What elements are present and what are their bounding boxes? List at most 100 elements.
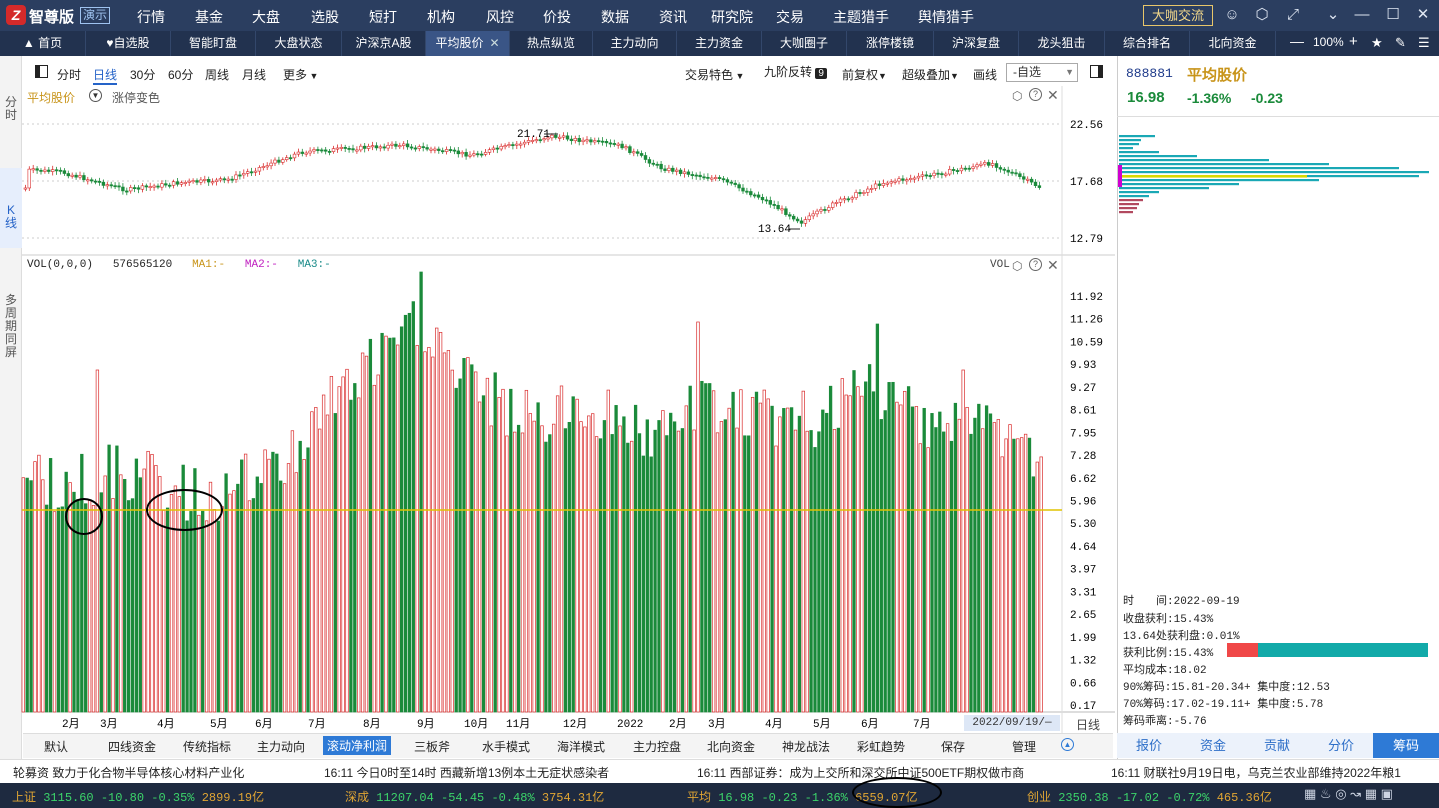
candle (413, 147, 418, 150)
candle (710, 177, 714, 180)
candle (616, 143, 620, 146)
chip-bar (1119, 211, 1133, 214)
index-sh[interactable]: 上证 3115.60 -10.80 -0.35% 2899.19亿 (12, 788, 264, 805)
volume-bar (594, 436, 599, 713)
candle (979, 163, 983, 166)
candle (554, 134, 558, 138)
indicator-tab-three-axe[interactable]: 三板斧 (414, 738, 450, 755)
candle (210, 181, 215, 184)
volume-bar (411, 301, 415, 713)
y-tick-label: 9.93 (1070, 360, 1096, 372)
low-label: 13.64 (758, 224, 791, 236)
indicator-tab-manage[interactable]: 管理 (1012, 738, 1036, 755)
candle (713, 177, 718, 179)
volume-bar (341, 376, 345, 713)
candle (768, 200, 773, 205)
volume-bar (306, 447, 310, 713)
volume-bar (957, 418, 961, 713)
right-tab-price-split[interactable]: 分价 (1309, 733, 1373, 758)
bell-icon[interactable]: ♨ (1320, 786, 1332, 801)
volume-bar (333, 413, 337, 713)
volume-bar (318, 428, 322, 713)
chart-icon[interactable]: ↝ (1350, 786, 1361, 801)
news-item[interactable]: 16:11 西部证券：成为上交所和深交所中证500ETF期权做市商 (697, 764, 1024, 781)
candle (390, 143, 394, 146)
volume-bar (926, 447, 930, 713)
candle (66, 173, 71, 177)
window-icon[interactable]: ▣ (1381, 786, 1393, 801)
candle (635, 151, 640, 154)
candle (109, 184, 113, 187)
candle (772, 204, 776, 206)
compass-icon[interactable]: ◎ (1335, 786, 1346, 801)
candle (394, 143, 398, 147)
indicator-tab-default[interactable]: 默认 (44, 738, 68, 755)
chip-bar (1119, 171, 1429, 174)
indicator-tab-ocean[interactable]: 海洋模式 (557, 738, 605, 755)
chip-bar (1119, 207, 1137, 210)
volume-bar (243, 453, 248, 713)
candle (877, 183, 882, 186)
y-tick-label: 11.92 (1070, 292, 1103, 304)
volume-bar (37, 454, 41, 713)
grid-icon[interactable]: ▦ (1365, 786, 1377, 801)
x-tick-label: 2月 (669, 718, 687, 731)
calendar-icon[interactable]: ▦ (1304, 786, 1316, 801)
right-tab-contribution[interactable]: 贡献 (1245, 733, 1309, 758)
news-item[interactable]: 轮募资 致力于化合物半导体核心材料产业化 (13, 764, 244, 781)
volume-bar (614, 405, 618, 713)
candle (288, 157, 293, 160)
kline-series (23, 132, 1042, 227)
candle (998, 167, 1003, 170)
news-item[interactable]: 16:11 财联社9月19日电，乌克兰农业部维持2022年粮1 (1111, 764, 1439, 781)
volume-bar (1020, 437, 1024, 713)
candle (398, 145, 402, 148)
volume-y-axis: 11.92 11.26 10.59 9.93 9.27 8.61 7.95 7.28 6.62 5… (1070, 292, 1103, 713)
x-tick-label: 3月 (100, 718, 118, 731)
candle (82, 175, 86, 181)
indicator-tab-net-profit[interactable]: 滚动净利润 (323, 736, 392, 755)
candle (698, 174, 702, 178)
indicator-tab-dragon[interactable]: 神龙战法 (782, 738, 830, 755)
volume-bar (236, 483, 240, 713)
volume-bar (201, 510, 205, 713)
index-sz[interactable]: 深成 11207.04 -54.45 -0.48% 3754.31亿 (345, 788, 604, 805)
volume-bar (899, 404, 903, 713)
chevron-up-icon[interactable]: ▲ (1061, 738, 1074, 751)
y-tick-label: 3.97 (1070, 565, 1096, 577)
indicator-tab-classic[interactable]: 传统指标 (183, 738, 231, 755)
cursor-date: 2022/09/19/— (964, 715, 1060, 731)
candle (97, 180, 102, 183)
candle (448, 149, 453, 151)
indicator-tab-sailor[interactable]: 水手模式 (482, 738, 530, 755)
volume-bar (676, 430, 681, 713)
chip-bar (1119, 143, 1139, 146)
index-chinext[interactable]: 创业 2350.38 -17.02 -0.72% 465.36亿 (1027, 788, 1272, 805)
right-tab-quote[interactable]: 报价 (1117, 733, 1181, 758)
indicator-tab-four-line[interactable]: 四线资金 (108, 738, 156, 755)
right-tab-chips[interactable]: 筹码 (1373, 733, 1439, 758)
indicator-tab-save[interactable]: 保存 (941, 738, 965, 755)
indicator-tab-control[interactable]: 主力控盘 (633, 738, 681, 755)
index-name: 上证 (12, 791, 37, 805)
candle (362, 145, 367, 149)
indicator-tab-northbound[interactable]: 北向资金 (707, 738, 755, 755)
candle (628, 146, 632, 153)
indicator-tab-rainbow[interactable]: 彩虹趋势 (857, 738, 905, 755)
news-item[interactable]: 16:11 今日0时至14时 西藏新增13例本土无症状感染者 (324, 764, 609, 781)
volume-bar (591, 413, 595, 713)
candle (464, 152, 468, 157)
candle (121, 186, 125, 192)
candle (277, 159, 281, 163)
indicator-tab-main-force[interactable]: 主力动向 (257, 738, 305, 755)
candle (752, 194, 757, 197)
volume-bar (649, 456, 653, 713)
index-pct: -1.36% (804, 791, 848, 805)
candle (663, 168, 667, 171)
y-tick-label: 17.68 (1070, 177, 1103, 189)
candle (476, 153, 480, 156)
volume-bar (497, 397, 501, 713)
right-tab-funds[interactable]: 资金 (1181, 733, 1245, 758)
volume-bar (247, 500, 252, 713)
candle (351, 148, 355, 151)
